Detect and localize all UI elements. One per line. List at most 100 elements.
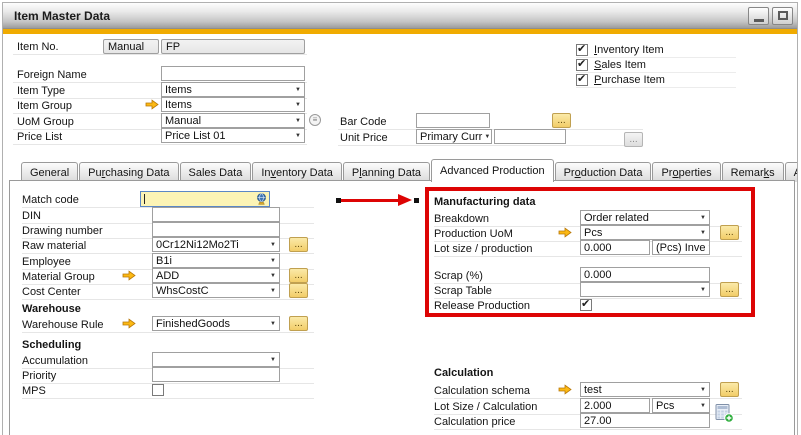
bar-code-browse-button[interactable]: ... <box>552 113 571 128</box>
mps-checkbox[interactable] <box>152 384 164 396</box>
item-type-dropdown[interactable]: Items <box>161 82 305 97</box>
item-master-data-window: Item Master Data Item No. Manual FP Inve… <box>2 2 798 435</box>
lot-size-calculation-input[interactable] <box>580 398 650 413</box>
minimize-icon <box>754 19 764 22</box>
release-production-label: Release Production <box>434 300 530 312</box>
tab-inventory-data[interactable]: Inventory Data <box>252 162 342 182</box>
annotation-red-arrow <box>336 194 426 207</box>
production-uom-browse-button[interactable]: ... <box>720 225 739 240</box>
price-list-label: Price List <box>13 131 62 143</box>
lot-size-production-input[interactable] <box>580 240 650 255</box>
bar-code-label: Bar Code <box>338 116 386 128</box>
accumulation-label: Accumulation <box>22 355 88 367</box>
cost-center-label: Cost Center <box>22 286 81 298</box>
link-arrow-icon[interactable] <box>145 99 159 110</box>
item-no-mode-field[interactable]: Manual <box>103 39 159 54</box>
link-arrow-icon[interactable] <box>558 384 572 395</box>
item-group-dropdown[interactable]: Items <box>161 97 305 112</box>
drawing-number-label: Drawing number <box>22 225 103 237</box>
tab-attachments[interactable]: Attachments <box>785 162 798 182</box>
purchase-item-row: Purchase Item <box>576 72 736 88</box>
unit-price-browse-button[interactable]: ... <box>624 132 643 147</box>
link-arrow-icon[interactable] <box>122 318 136 329</box>
raw-material-browse-button[interactable]: ... <box>289 237 308 252</box>
tab-production-data[interactable]: Production Data <box>555 162 652 182</box>
manufacturing-section-header: Manufacturing data <box>434 196 535 208</box>
cost-center-dropdown[interactable]: WhsCostC <box>152 283 280 298</box>
price-list-dropdown[interactable]: Price List 01 <box>161 128 305 143</box>
calculation-price-input[interactable] <box>580 413 710 428</box>
scheduling-section-header: Scheduling <box>22 339 81 351</box>
tab-advanced-production[interactable]: Advanced Production <box>431 159 554 182</box>
bar-code-input[interactable] <box>416 113 490 128</box>
tab-purchasing-data[interactable]: Purchasing Data <box>79 162 178 182</box>
cost-center-browse-button[interactable]: ... <box>289 283 308 298</box>
foreign-name-input[interactable] <box>161 66 305 81</box>
item-no-value-field[interactable]: FP <box>161 39 305 54</box>
price-list-value: Price List 01 <box>165 130 226 142</box>
material-group-dropdown[interactable]: ADD <box>152 268 280 283</box>
warehouse-rule-browse-button[interactable]: ... <box>289 316 308 331</box>
calculation-price-label: Calculation price <box>434 416 515 428</box>
cost-center-value: WhsCostC <box>156 285 209 297</box>
breakdown-value: Order related <box>584 212 649 224</box>
tab-sales-data[interactable]: Sales Data <box>180 162 252 182</box>
foreign-name-label: Foreign Name <box>13 69 87 81</box>
item-type-value: Items <box>165 84 192 96</box>
sales-item-checkbox[interactable] <box>576 59 588 71</box>
lot-size-production-label: Lot size / production <box>434 243 532 255</box>
calculator-add-icon[interactable] <box>715 404 734 423</box>
material-group-browse-button[interactable]: ... <box>289 268 308 283</box>
din-input[interactable] <box>152 207 280 222</box>
drawing-number-input[interactable] <box>152 222 280 237</box>
unit-price-input[interactable] <box>494 129 566 144</box>
lot-size-calculation-uom-dropdown[interactable]: Pcs <box>652 398 710 413</box>
mps-label: MPS <box>22 385 46 397</box>
raw-material-label: Raw material <box>22 240 86 252</box>
bar-code-row: Bar Code <box>338 114 643 130</box>
calculation-schema-browse-button[interactable]: ... <box>720 382 739 397</box>
tab-general[interactable]: General <box>21 162 78 182</box>
match-code-input[interactable] <box>140 191 270 207</box>
advanced-production-panel: Match code DIN Drawing number Raw materi… <box>9 180 795 435</box>
warehouse-rule-dropdown[interactable]: FinishedGoods <box>152 316 280 331</box>
tab-bar: General Purchasing Data Sales Data Inven… <box>21 159 798 182</box>
warehouse-rule-label: Warehouse Rule <box>22 319 104 331</box>
scrap-table-browse-button[interactable]: ... <box>720 282 739 297</box>
raw-material-value: 0Cr12Ni12Mo2Ti <box>156 239 239 251</box>
lot-size-calculation-label: Lot Size / Calculation <box>434 401 537 413</box>
tab-planning-data[interactable]: Planning Data <box>343 162 430 182</box>
lot-size-production-uom-dropdown[interactable]: (Pcs) Inve <box>652 240 710 255</box>
item-group-label: Item Group <box>13 100 72 112</box>
text-caret <box>144 194 145 204</box>
purchase-item-checkbox[interactable] <box>576 74 588 86</box>
scrap-table-dropdown[interactable] <box>580 282 710 297</box>
uom-list-icon[interactable] <box>309 114 321 126</box>
maximize-button[interactable] <box>772 7 793 25</box>
calculation-section-header: Calculation <box>434 367 493 379</box>
unit-price-currency-dropdown[interactable]: Primary Curr <box>416 129 492 144</box>
link-arrow-icon[interactable] <box>122 270 136 281</box>
item-group-value: Items <box>165 99 192 111</box>
breakdown-dropdown[interactable]: Order related <box>580 210 710 225</box>
title-bar: Item Master Data <box>3 3 797 29</box>
raw-material-dropdown[interactable]: 0Cr12Ni12Mo2Ti <box>152 237 280 252</box>
maximize-icon <box>778 11 788 20</box>
calculation-schema-dropdown[interactable]: test <box>580 382 710 397</box>
production-uom-dropdown[interactable]: Pcs <box>580 225 710 240</box>
link-arrow-icon[interactable] <box>558 227 572 238</box>
employee-dropdown[interactable]: B1i <box>152 253 280 268</box>
scrap-pct-input[interactable] <box>580 267 710 282</box>
tab-remarks[interactable]: Remarks <box>722 162 784 182</box>
unit-price-label: Unit Price <box>338 132 388 144</box>
globe-icon[interactable] <box>256 193 267 205</box>
window-title: Item Master Data <box>3 9 110 23</box>
priority-input[interactable] <box>152 367 280 382</box>
uom-group-dropdown[interactable]: Manual <box>161 113 305 128</box>
inventory-item-checkbox[interactable] <box>576 44 588 56</box>
sales-item-label: Sales Item <box>594 59 646 71</box>
release-production-checkbox[interactable] <box>580 299 592 311</box>
minimize-button[interactable] <box>748 7 769 25</box>
tab-properties[interactable]: Properties <box>652 162 720 182</box>
accumulation-dropdown[interactable] <box>152 352 280 367</box>
